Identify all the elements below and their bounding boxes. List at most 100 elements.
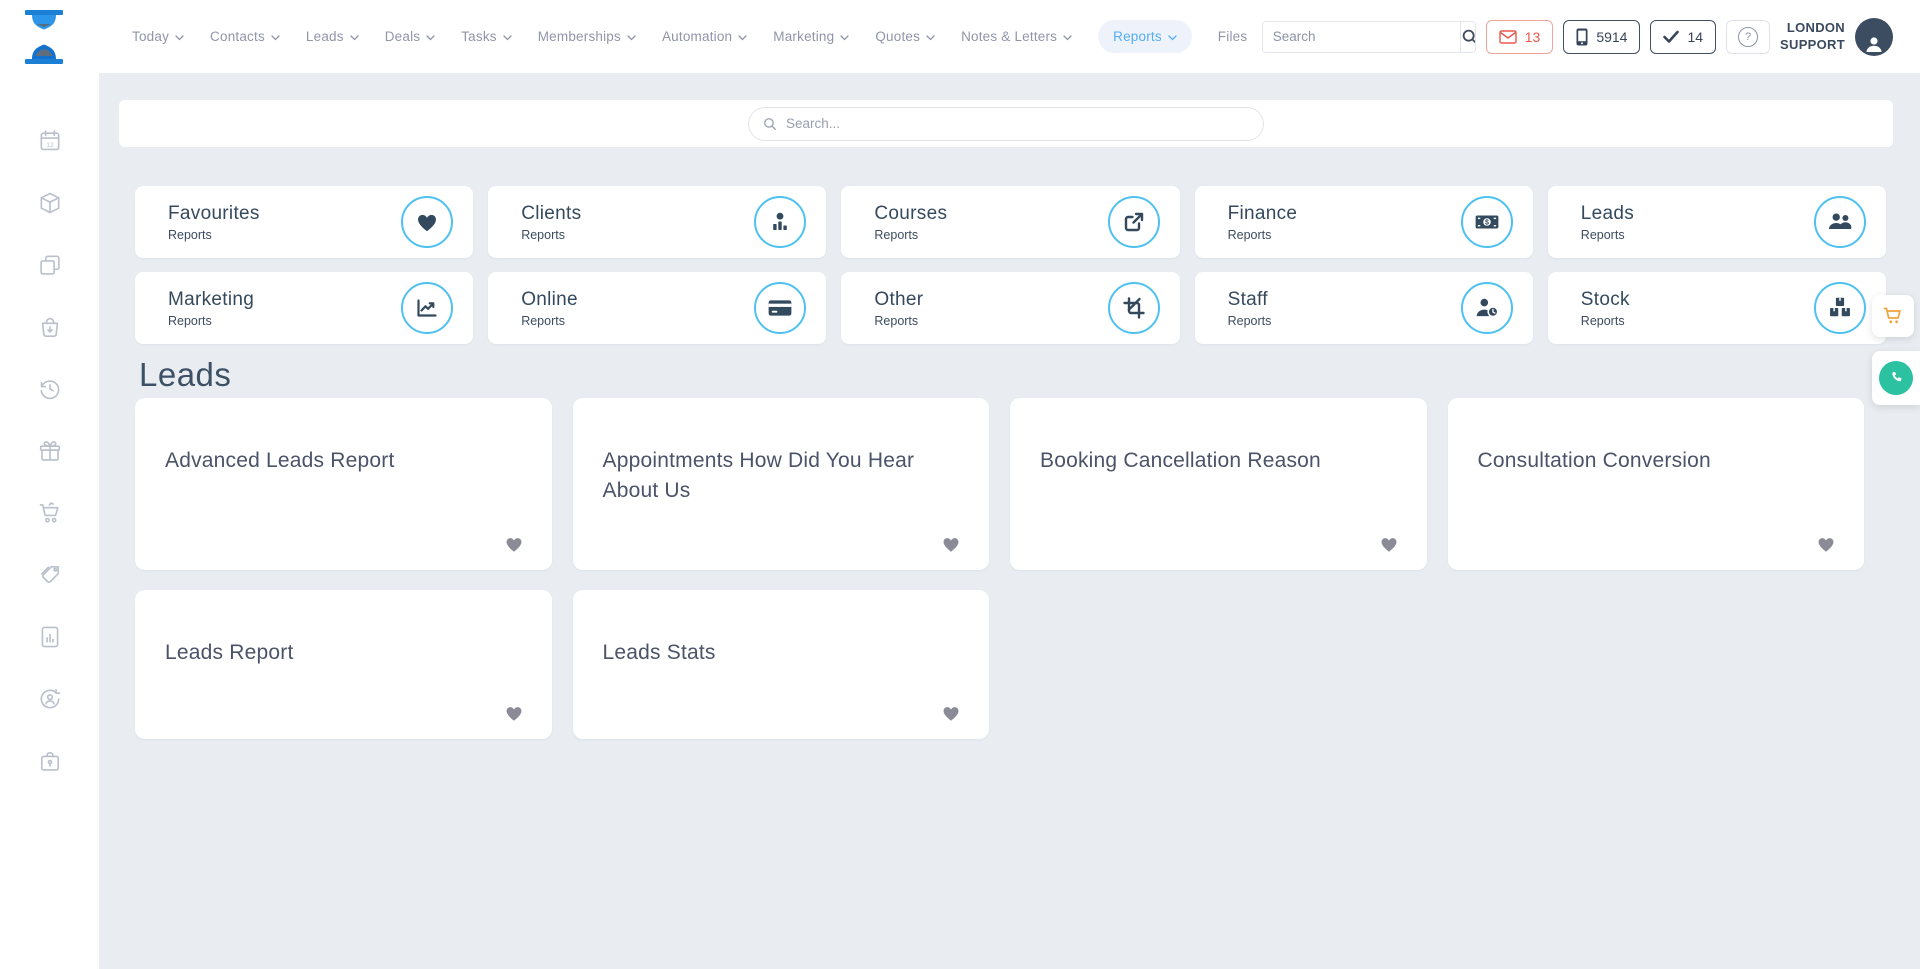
category-tile-marketing[interactable]: Marketing Reports xyxy=(135,272,473,344)
topbar-search xyxy=(1262,21,1476,53)
nav-item-leads[interactable]: Leads xyxy=(306,29,359,44)
favourite-heart-icon[interactable] xyxy=(1379,534,1399,554)
tasks-badge[interactable]: 14 xyxy=(1650,20,1716,54)
favourite-heart-icon[interactable] xyxy=(941,534,961,554)
favourite-heart-icon[interactable] xyxy=(1816,534,1836,554)
category-tile-courses[interactable]: Courses Reports xyxy=(841,186,1179,258)
help-button[interactable]: ? xyxy=(1726,20,1770,54)
sidebar-item-calendar[interactable]: 12 xyxy=(37,128,63,154)
favourite-heart-icon[interactable] xyxy=(504,703,524,723)
reports-grid: Advanced Leads Report Appointments How D… xyxy=(135,398,1864,739)
nav-label: Leads xyxy=(306,29,344,44)
nav-item-deals[interactable]: Deals xyxy=(385,29,436,44)
nav-item-tasks[interactable]: Tasks xyxy=(461,29,512,44)
category-tile-favourites[interactable]: Favourites Reports xyxy=(135,186,473,258)
whatsapp-phone-icon xyxy=(1879,361,1913,395)
app-logo-hourglass-icon[interactable] xyxy=(22,8,66,66)
external-link-icon xyxy=(1108,196,1160,248)
report-card-title: Appointments How Did You Hear About Us xyxy=(603,446,930,507)
sidebar-item-account[interactable] xyxy=(37,686,63,712)
report-card-advanced-leads-report[interactable]: Advanced Leads Report xyxy=(135,398,552,570)
user-chart-icon xyxy=(754,196,806,248)
nav-label: Contacts xyxy=(210,29,265,44)
nav-label: Deals xyxy=(385,29,421,44)
report-card-booking-cancellation-reason[interactable]: Booking Cancellation Reason xyxy=(1010,398,1427,570)
report-card-appointments-how-did-you-hear[interactable]: Appointments How Did You Hear About Us xyxy=(573,398,990,570)
category-tile-staff[interactable]: Staff Reports xyxy=(1195,272,1533,344)
gift-icon xyxy=(37,438,63,464)
user-icon xyxy=(1862,32,1886,56)
sidebar-item-history[interactable] xyxy=(37,376,63,402)
report-card-leads-report[interactable]: Leads Report xyxy=(135,590,552,739)
category-tile-online[interactable]: Online Reports xyxy=(488,272,826,344)
nav-item-reports-active[interactable]: Reports xyxy=(1098,20,1192,53)
topbar-right-group: 13 5914 14 ? LONDON SUPPORT xyxy=(1262,18,1893,56)
nav-label: Tasks xyxy=(461,29,497,44)
users-icon xyxy=(1814,196,1866,248)
chevron-down-icon xyxy=(350,35,359,41)
nav-item-files[interactable]: Files xyxy=(1218,29,1248,44)
calls-count: 5914 xyxy=(1596,29,1627,45)
category-tile-finance[interactable]: Finance Reports $ xyxy=(1195,186,1533,258)
report-card-title: Leads Stats xyxy=(603,638,930,668)
calendar-day-number: 12 xyxy=(46,142,54,149)
sidebar-item-products[interactable] xyxy=(37,190,63,216)
report-card-leads-stats[interactable]: Leads Stats xyxy=(573,590,990,739)
report-card-title: Advanced Leads Report xyxy=(165,446,492,476)
category-tile-clients[interactable]: Clients Reports xyxy=(488,186,826,258)
calls-badge[interactable]: 5914 xyxy=(1563,20,1640,54)
reports-search-input[interactable] xyxy=(786,116,1249,131)
report-card-title: Booking Cancellation Reason xyxy=(1040,446,1367,476)
envelope-icon xyxy=(1499,30,1517,44)
nav-label: Today xyxy=(132,29,169,44)
chart-line-up-icon xyxy=(401,282,453,334)
sidebar-item-locker[interactable] xyxy=(37,748,63,774)
checkmark-icon xyxy=(1663,30,1679,43)
nav-label: Notes & Letters xyxy=(961,29,1057,44)
nav-label: Marketing xyxy=(773,29,834,44)
sidebar-item-cart[interactable] xyxy=(37,500,63,526)
cart-widget-button[interactable] xyxy=(1872,295,1914,337)
nav-item-memberships[interactable]: Memberships xyxy=(538,29,636,44)
reports-search xyxy=(748,107,1264,141)
nav-label: Reports xyxy=(1113,29,1162,44)
history-clock-icon xyxy=(37,376,63,402)
banknote-icon: $ xyxy=(1461,196,1513,248)
chevron-down-icon xyxy=(1063,35,1072,41)
whatsapp-chat-button[interactable] xyxy=(1872,351,1920,405)
category-tile-other[interactable]: Other Reports xyxy=(841,272,1179,344)
boxes-stacked-icon xyxy=(1814,282,1866,334)
topbar-search-input[interactable] xyxy=(1263,22,1460,52)
price-tags-icon xyxy=(37,562,63,588)
report-document-icon xyxy=(37,624,63,650)
nav-item-automation[interactable]: Automation xyxy=(662,29,747,44)
favourite-heart-icon[interactable] xyxy=(941,703,961,723)
user-clock-icon xyxy=(1461,282,1513,334)
nav-item-today[interactable]: Today xyxy=(132,29,184,44)
top-navigation-bar: Today Contacts Leads Deals Tasks Members… xyxy=(0,0,1920,73)
messages-badge[interactable]: 13 xyxy=(1486,20,1554,54)
sidebar-item-tags[interactable] xyxy=(37,562,63,588)
report-card-consultation-conversion[interactable]: Consultation Conversion xyxy=(1448,398,1865,570)
nav-item-quotes[interactable]: Quotes xyxy=(875,29,935,44)
crop-icon xyxy=(1108,282,1160,334)
chevron-down-icon xyxy=(271,35,280,41)
shopping-bag-icon xyxy=(37,314,63,340)
avatar[interactable] xyxy=(1855,18,1893,56)
icon-sidebar: 12 xyxy=(0,73,99,969)
sidebar-item-duplicate[interactable] xyxy=(37,252,63,278)
nav-item-contacts[interactable]: Contacts xyxy=(210,29,280,44)
category-tile-stock[interactable]: Stock Reports xyxy=(1548,272,1886,344)
nav-label: Files xyxy=(1218,29,1248,44)
search-submit-button[interactable] xyxy=(1460,22,1476,52)
shopping-cart-icon xyxy=(37,500,63,526)
search-icon xyxy=(1461,28,1476,46)
sidebar-item-gift[interactable] xyxy=(37,438,63,464)
sidebar-item-bag[interactable] xyxy=(37,314,63,340)
chevron-down-icon xyxy=(738,35,747,41)
sidebar-item-reports[interactable] xyxy=(37,624,63,650)
favourite-heart-icon[interactable] xyxy=(504,534,524,554)
category-tile-leads[interactable]: Leads Reports xyxy=(1548,186,1886,258)
nav-item-marketing[interactable]: Marketing xyxy=(773,29,849,44)
nav-item-notes-letters[interactable]: Notes & Letters xyxy=(961,29,1072,44)
